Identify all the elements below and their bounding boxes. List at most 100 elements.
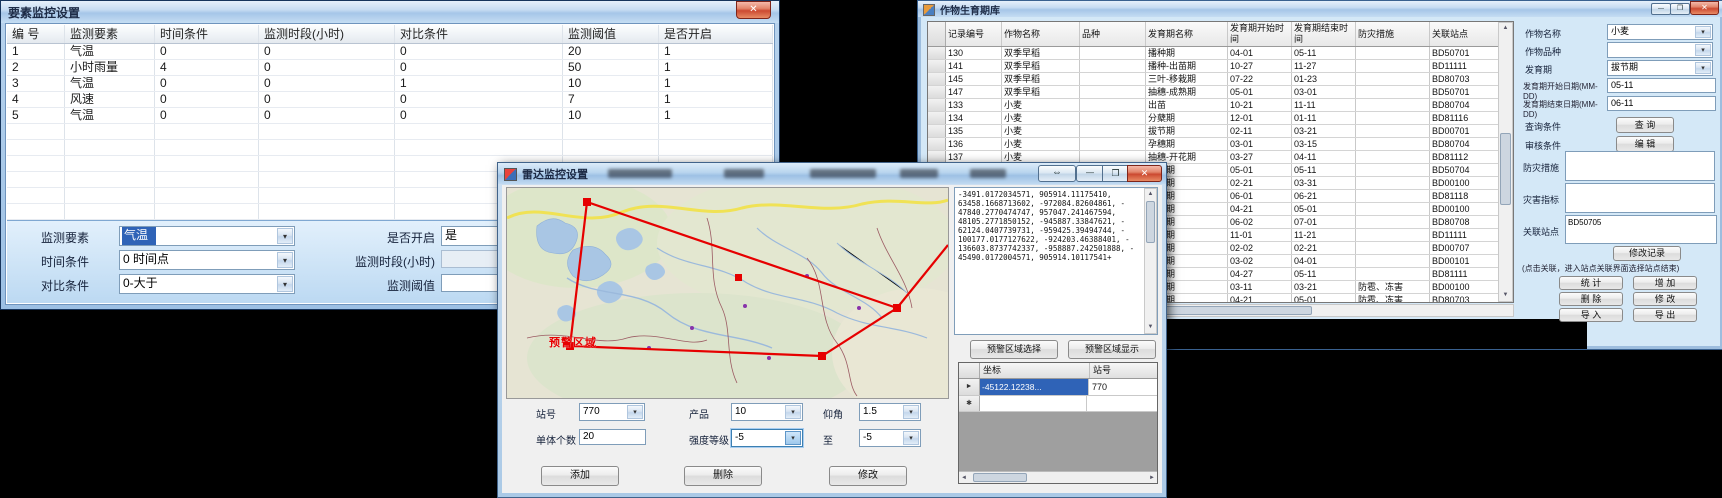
row-selector[interactable] — [928, 99, 946, 111]
start-date-input[interactable]: 05-11 — [1607, 78, 1716, 93]
delete-button[interactable]: 删 除 — [1559, 292, 1623, 306]
scroll-down-icon[interactable]: ▼ — [1145, 323, 1156, 332]
table-row[interactable]: 147双季早稻抽穗-成熟期05-0103-01BD50701 — [928, 86, 1513, 99]
product-dropdown[interactable]: 10 ▾ — [731, 403, 803, 421]
cell-count-input[interactable]: 20 — [579, 429, 646, 445]
column-header[interactable]: 发育期结束时间 — [1292, 22, 1356, 46]
stats-button[interactable]: 统 计 — [1559, 276, 1623, 290]
column-header[interactable]: 是否开启 — [659, 25, 773, 43]
table-row[interactable]: 135小麦拔节期02-1103-21BD00701 — [928, 125, 1513, 138]
vscroll-thumb[interactable] — [1146, 201, 1155, 243]
row-selector[interactable] — [928, 125, 946, 137]
delete-button[interactable]: 删除 — [684, 466, 762, 486]
maximize-button[interactable]: ❐ — [1102, 165, 1129, 182]
maximize-button[interactable]: ❐ — [1670, 3, 1690, 15]
add-button[interactable]: 添加 — [541, 466, 619, 486]
station-input[interactable]: BD50705 — [1565, 215, 1717, 244]
column-header[interactable]: 监测时段(小时) — [259, 25, 395, 43]
grid-new-row[interactable]: ✱ — [959, 396, 1157, 412]
add-button[interactable]: 增 加 — [1633, 276, 1697, 290]
column-header[interactable]: 监测阈值 — [563, 25, 659, 43]
coords-vscroll[interactable]: ▲ ▼ — [1144, 188, 1157, 334]
modify-record-button[interactable]: 修改记录 — [1613, 246, 1681, 261]
row-selector[interactable] — [928, 73, 946, 85]
audit-button[interactable]: 编 辑 — [1616, 136, 1674, 152]
area-select-button[interactable]: 预警区域选择 — [970, 340, 1058, 359]
scroll-right-icon[interactable]: ► — [1149, 474, 1155, 483]
hscroll-thumb[interactable] — [973, 473, 1027, 482]
table-row[interactable] — [7, 140, 773, 156]
minimize-button[interactable]: — — [1651, 3, 1671, 15]
variety-dropdown[interactable]: ▾ — [1607, 42, 1713, 58]
grid-hscroll[interactable]: ◄ ► — [959, 471, 1157, 483]
monitor-element-dropdown[interactable]: 气温 ▾ — [119, 226, 295, 246]
cell-station[interactable]: 770 — [1089, 379, 1157, 395]
table-row[interactable]: 141双季早稻播种-出苗期10-2711-27BD11111 — [928, 60, 1513, 73]
table-row[interactable]: 5气温000101 — [7, 108, 773, 124]
row-selector[interactable] — [928, 60, 946, 72]
column-header[interactable]: 编 号 — [7, 25, 65, 43]
scroll-left-icon[interactable]: ◄ — [961, 474, 967, 483]
scroll-up-icon[interactable]: ▲ — [1145, 190, 1156, 199]
table-row[interactable]: 136小麦孕穗期03-0103-15BD80704 — [928, 138, 1513, 151]
crop-name-dropdown[interactable]: 小麦 ▾ — [1607, 24, 1713, 40]
table-cell: 7 — [563, 92, 659, 107]
minimize-button[interactable]: — — [1076, 165, 1104, 182]
radar-titlebar[interactable]: 雷达监控设置 ⇔ — ❐ ✕ — [498, 163, 1166, 184]
to-dropdown[interactable]: -5 ▾ — [859, 429, 921, 447]
coordinates-box[interactable]: -3491.0172034571, 905914.11175410, 63458… — [954, 187, 1158, 335]
row-selector[interactable] — [928, 86, 946, 98]
period-dropdown[interactable]: 拔节期 ▾ — [1607, 60, 1713, 76]
column-header[interactable]: 作物名称 — [1002, 22, 1080, 46]
modify-button[interactable]: 修 改 — [1633, 292, 1697, 306]
end-date-input[interactable]: 06-11 — [1607, 96, 1716, 111]
station-dropdown[interactable]: 770 ▾ — [579, 403, 645, 421]
close-button[interactable]: ✕ — [736, 1, 771, 19]
close-button[interactable]: ✕ — [1127, 165, 1162, 182]
table-row[interactable]: 145双季早稻三叶-移栽期07-2201-23BD80703 — [928, 73, 1513, 86]
row-selector[interactable] — [928, 112, 946, 124]
table-row[interactable]: 134小麦分蘖期12-0101-11BD81116 — [928, 112, 1513, 125]
measures-textarea[interactable] — [1565, 151, 1715, 181]
grid-column-coords[interactable]: 坐标 — [980, 363, 1090, 378]
query-button[interactable]: 查 询 — [1616, 117, 1674, 133]
close-button[interactable]: ✕ — [1690, 1, 1719, 15]
column-header[interactable]: 对比条件 — [395, 25, 563, 43]
column-header[interactable]: 品种 — [1080, 22, 1146, 46]
column-header[interactable]: 发育期开始时间 — [1228, 22, 1292, 46]
modify-button[interactable]: 修改 — [829, 466, 907, 486]
table-row[interactable]: 1气温000201 — [7, 44, 773, 60]
table-row[interactable]: 4风速00071 — [7, 92, 773, 108]
scroll-down-icon[interactable]: ▼ — [1499, 291, 1512, 300]
indicator-textarea[interactable] — [1565, 183, 1715, 213]
crop-table-vscroll[interactable]: ▲ ▼ — [1498, 22, 1513, 302]
table-row[interactable]: 133小麦出苗10-2111-11BD80704 — [928, 99, 1513, 112]
cell-coords[interactable]: -45122.12238... — [980, 379, 1089, 395]
column-header[interactable]: 记录编号 — [946, 22, 1002, 46]
scroll-up-icon[interactable]: ▲ — [1499, 24, 1512, 33]
intensity-dropdown[interactable]: -5 ▾ — [731, 429, 803, 447]
row-selector[interactable] — [928, 47, 946, 59]
compare-condition-dropdown[interactable]: 0-大于 ▾ — [119, 274, 295, 294]
table-row[interactable]: 2小时雨量400501 — [7, 60, 773, 76]
column-header[interactable]: 监测要素 — [65, 25, 155, 43]
table-row[interactable]: 3气温001101 — [7, 76, 773, 92]
row-selector[interactable] — [928, 138, 946, 150]
vscroll-thumb[interactable] — [1500, 133, 1511, 205]
column-header[interactable]: 发育期名称 — [1146, 22, 1228, 46]
import-button[interactable]: 导 入 — [1559, 308, 1623, 322]
column-header[interactable]: 防灾措施 — [1356, 22, 1430, 46]
grid-column-station[interactable]: 站号 — [1090, 363, 1157, 378]
table-row[interactable] — [7, 124, 773, 140]
element-titlebar[interactable]: 要素监控设置 ✕ — [1, 1, 779, 23]
row-selector[interactable]: ► — [959, 379, 980, 395]
table-row[interactable]: 130双季早稻播种期04-0105-11BD50701 — [928, 47, 1513, 60]
area-show-button[interactable]: 预警区域显示 — [1068, 340, 1156, 359]
time-condition-dropdown[interactable]: 0 时间点 ▾ — [119, 250, 295, 270]
grid-row[interactable]: ► -45122.12238... 770 — [959, 379, 1157, 396]
crop-titlebar[interactable]: 作物生育期库 — ❐ ✕ — [918, 1, 1722, 17]
column-header[interactable]: 时间条件 — [155, 25, 259, 43]
elevation-dropdown[interactable]: 1.5 ▾ — [859, 403, 921, 421]
swap-button[interactable]: ⇔ — [1038, 165, 1076, 182]
export-button[interactable]: 导 出 — [1633, 308, 1697, 322]
